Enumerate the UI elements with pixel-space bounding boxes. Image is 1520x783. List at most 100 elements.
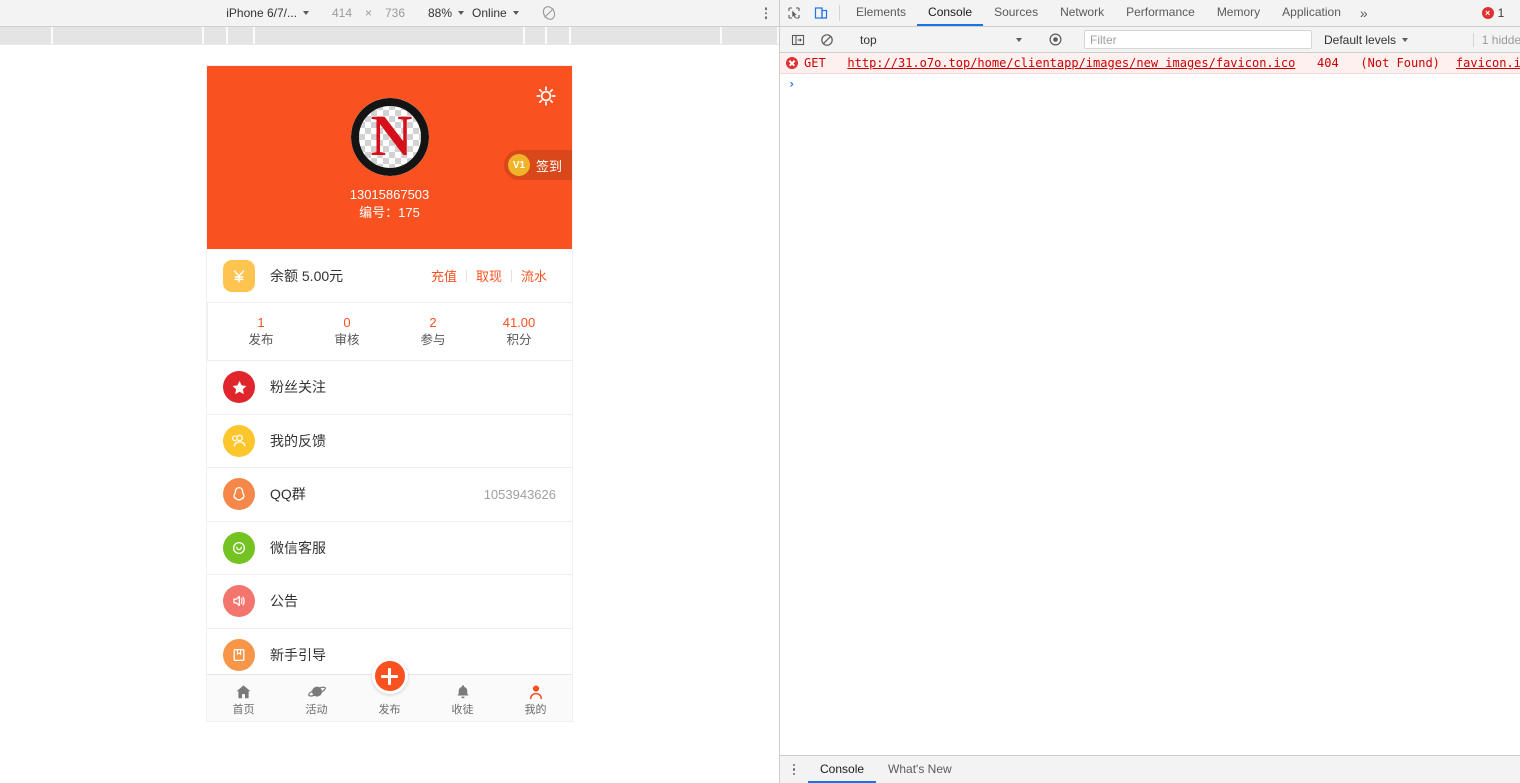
list-item-label: 新手引导: [270, 645, 556, 665]
rotate-device-icon[interactable]: [541, 5, 557, 21]
member-level-badge: V1: [508, 154, 530, 176]
balance-row: 余额 5.00元 充值 取现 流水: [207, 249, 572, 303]
tab-application[interactable]: Application: [1271, 0, 1352, 26]
log-levels-select[interactable]: Default levels: [1324, 33, 1408, 47]
error-count-badge[interactable]: × 1: [1474, 6, 1513, 20]
drawer-menu-icon[interactable]: [780, 756, 808, 783]
console-sidebar-icon[interactable]: [784, 33, 811, 47]
list-item-extra: 1053943626: [484, 487, 556, 502]
console-prompt[interactable]: ›: [780, 74, 1520, 94]
phone-viewport: N 13015867503 编号：175 V1 签到: [207, 66, 572, 721]
console-filter-input[interactable]: [1084, 30, 1312, 49]
live-expression-icon[interactable]: [1042, 32, 1069, 47]
console-message-text: GET http://31.o7o.top/home/clientapp/ima…: [804, 56, 1440, 70]
list-item[interactable]: 公告: [207, 575, 572, 629]
console-output: GET http://31.o7o.top/home/clientapp/ima…: [780, 53, 1520, 755]
devtools-panel: Elements Console Sources Network Perform…: [780, 0, 1520, 783]
tab-network[interactable]: Network: [1049, 0, 1115, 26]
tab-elements[interactable]: Elements: [845, 0, 917, 26]
withdraw-link[interactable]: 取现: [467, 266, 511, 285]
chevron-double-right-icon[interactable]: »: [1352, 0, 1376, 26]
tab-label: 发布: [379, 703, 401, 717]
console-message-error[interactable]: GET http://31.o7o.top/home/clientapp/ima…: [780, 53, 1520, 74]
device-ruler: [0, 27, 779, 45]
device-width-input[interactable]: 414: [325, 6, 359, 20]
stat-points[interactable]: 41.00 积分: [476, 314, 562, 349]
signin-button[interactable]: V1 签到: [504, 150, 572, 180]
balance-text: 余额 5.00元: [270, 266, 422, 286]
stats-row: 1 发布 0 审核 2 参与 41.00 积分: [207, 303, 572, 361]
dimension-separator: ×: [359, 6, 378, 20]
list-item[interactable]: 微信客服: [207, 522, 572, 576]
transactions-link[interactable]: 流水: [512, 266, 556, 285]
zoom-select[interactable]: 88%: [424, 6, 468, 20]
gear-icon[interactable]: [534, 84, 558, 108]
list-item[interactable]: 粉丝关注: [207, 361, 572, 415]
home-icon: [234, 681, 253, 701]
ruler-segment: [547, 27, 569, 44]
http-status-text: (Not Found): [1360, 56, 1439, 70]
request-url[interactable]: http://31.o7o.top/home/clientapp/images/…: [847, 56, 1295, 70]
tab-home[interactable]: 首页: [207, 681, 280, 721]
list-item-label: 微信客服: [270, 538, 556, 558]
bottom-tabbar: 首页 活动 发布: [207, 674, 572, 721]
list-item[interactable]: QQ群 1053943626: [207, 468, 572, 522]
toggle-device-toolbar-icon[interactable]: [807, 0, 834, 26]
ruler-segment: [255, 27, 523, 44]
console-context-value: top: [860, 33, 877, 47]
stat-review[interactable]: 0 审核: [304, 314, 390, 349]
tab-label: 收徒: [452, 703, 474, 717]
ruler-segment: [722, 27, 777, 44]
ruler-segment: [53, 27, 202, 44]
tab-publish[interactable]: 发布: [353, 681, 426, 721]
user-group-icon: [223, 425, 255, 457]
tab-memory[interactable]: Memory: [1206, 0, 1271, 26]
http-method: GET: [804, 56, 826, 70]
profile-member-id: 编号：175: [359, 204, 420, 222]
tab-console[interactable]: Console: [917, 0, 983, 26]
device-height-input[interactable]: 736: [378, 6, 412, 20]
tab-performance[interactable]: Performance: [1115, 0, 1206, 26]
devtools-tabbar: Elements Console Sources Network Perform…: [780, 0, 1520, 27]
stat-label: 发布: [218, 331, 304, 349]
tab-label: Memory: [1217, 5, 1260, 19]
profile-header: N 13015867503 编号：175 V1 签到: [207, 66, 572, 249]
clear-console-icon[interactable]: [813, 33, 840, 47]
avatar[interactable]: N: [351, 98, 429, 176]
tab-sources[interactable]: Sources: [983, 0, 1049, 26]
chevron-down-icon: [513, 11, 519, 15]
message-source-link[interactable]: favicon.ico:1: [1440, 56, 1520, 70]
list-item[interactable]: 我的反馈: [207, 415, 572, 469]
plus-fab-icon[interactable]: [372, 658, 408, 694]
star-icon: [223, 371, 255, 403]
device-select-label: iPhone 6/7/...: [226, 6, 297, 20]
drawer-tab-console[interactable]: Console: [808, 756, 876, 783]
tab-label: Console: [928, 5, 972, 19]
book-icon: [223, 639, 255, 671]
device-emulation-pane: iPhone 6/7/... 414 × 736 88% Online: [0, 0, 780, 783]
balance-actions: 充值 取现 流水: [422, 266, 556, 285]
drawer-tab-whats-new[interactable]: What's New: [876, 756, 964, 783]
console-toolbar: top Default levels 1 hidden: [780, 27, 1520, 53]
tab-apprentice[interactable]: 收徒: [426, 681, 499, 721]
recharge-link[interactable]: 充值: [422, 266, 466, 285]
console-context-select[interactable]: top: [855, 30, 1027, 49]
tab-label: 活动: [306, 703, 328, 717]
app-root: iPhone 6/7/... 414 × 736 88% Online: [0, 0, 1520, 783]
stat-published[interactable]: 1 发布: [218, 314, 304, 349]
stat-participation[interactable]: 2 参与: [390, 314, 476, 349]
tab-activity[interactable]: 活动: [280, 681, 353, 721]
tab-mine[interactable]: 我的: [499, 681, 572, 721]
tab-label: Network: [1060, 5, 1104, 19]
list-item-label: 我的反馈: [270, 431, 556, 451]
inspect-element-icon[interactable]: [780, 0, 807, 26]
throttling-select[interactable]: Online: [468, 6, 523, 20]
device-toolbar-menu-icon[interactable]: [765, 7, 768, 19]
chevron-down-icon: [1016, 38, 1022, 42]
chevron-down-icon: [303, 11, 309, 15]
chevron-down-icon: [458, 11, 464, 15]
device-select[interactable]: iPhone 6/7/...: [222, 6, 313, 20]
planet-icon: [307, 681, 327, 701]
person-icon: [527, 681, 545, 701]
stat-value: 1: [218, 314, 304, 331]
